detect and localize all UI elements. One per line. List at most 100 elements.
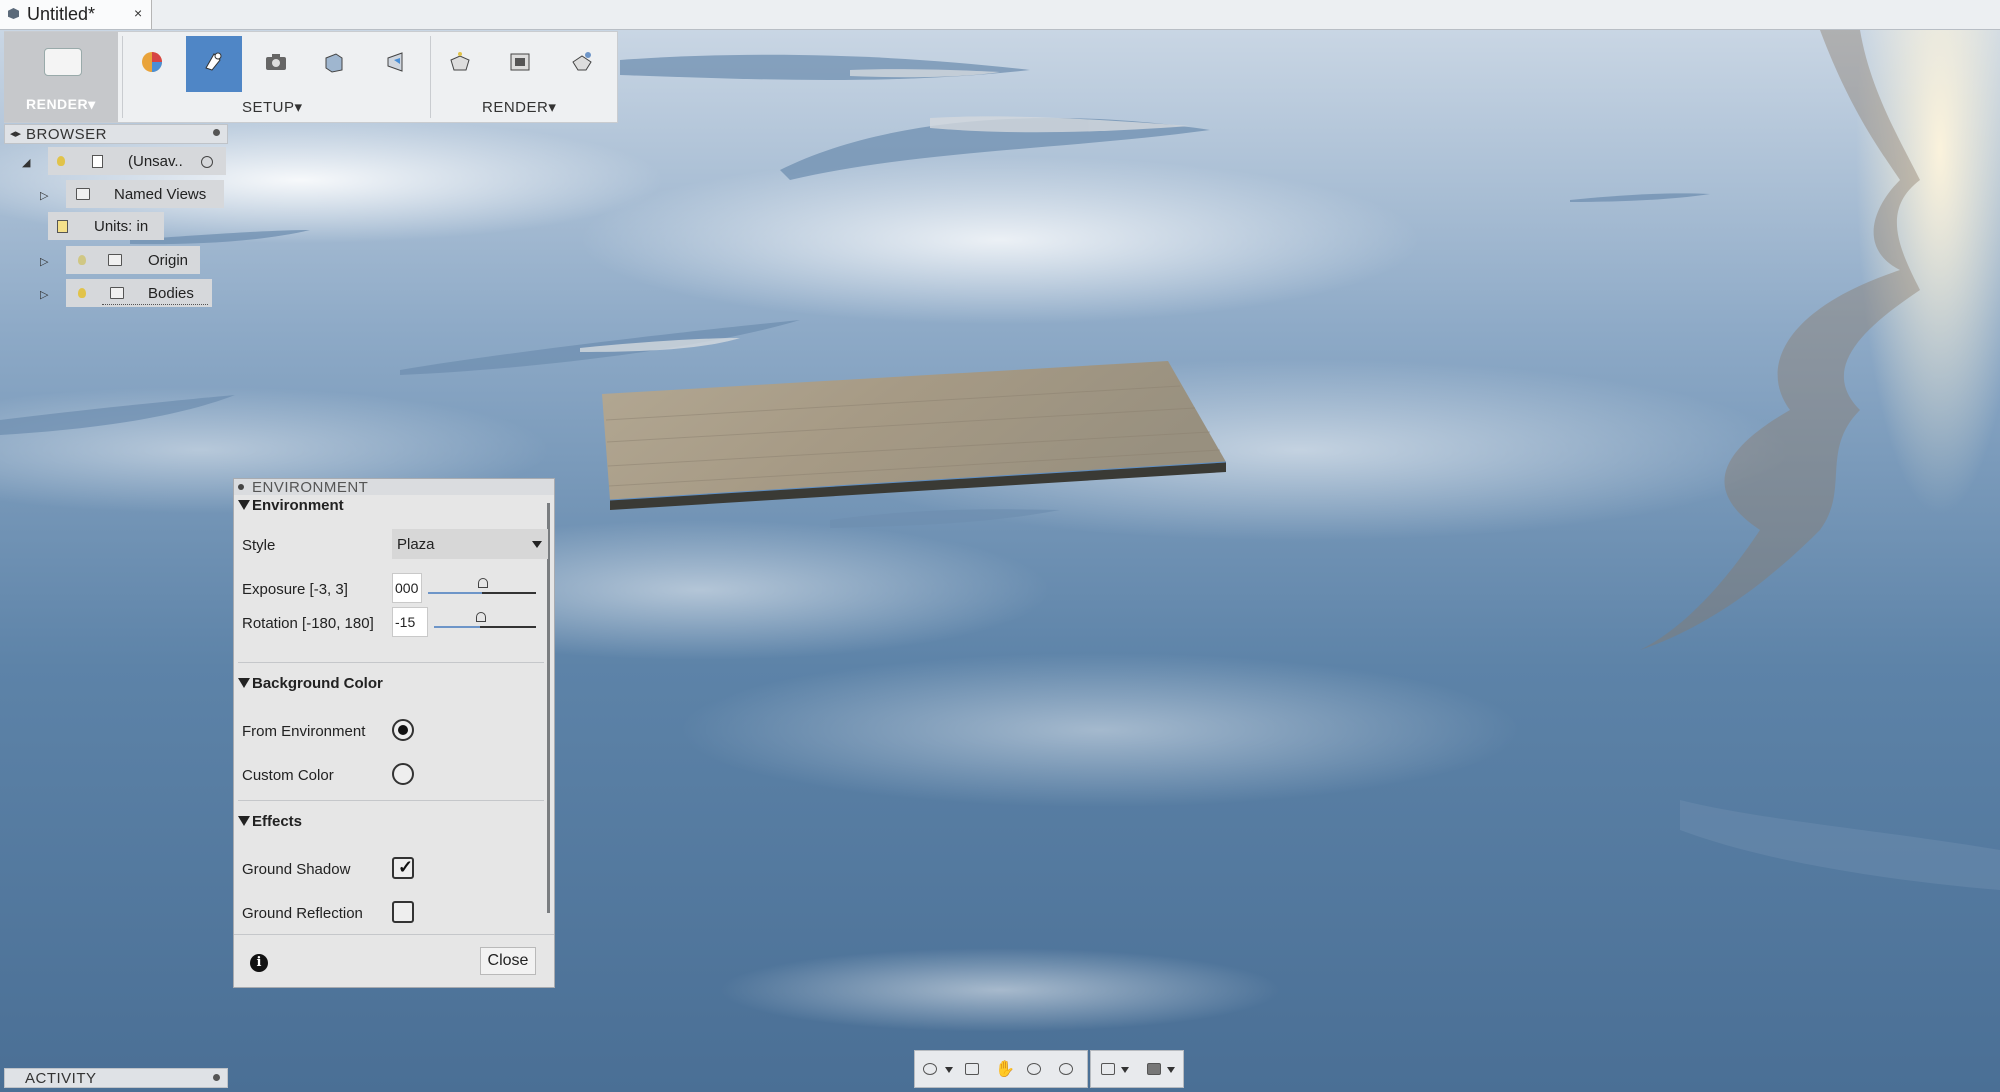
camera-button[interactable] xyxy=(248,36,304,92)
in-canvas-render-icon xyxy=(572,52,592,71)
activate-radio-icon[interactable] xyxy=(201,156,213,168)
tree-item-units[interactable]: Units: in xyxy=(48,212,164,240)
tree-item-bodies[interactable]: Bodies xyxy=(66,279,212,307)
browser-panel-header[interactable]: ◂▸ BROWSER xyxy=(4,124,228,144)
tree-item-root[interactable]: (Unsav.. xyxy=(48,147,226,175)
radio-selected-dot xyxy=(398,725,408,735)
orbit-dropdown-icon[interactable] xyxy=(945,1067,953,1073)
section-effects-header[interactable]: Effects xyxy=(238,813,302,830)
section-divider xyxy=(238,662,544,663)
texture-map-button[interactable] xyxy=(306,36,362,92)
units-document-icon xyxy=(57,220,68,233)
panel-scrollbar[interactable] xyxy=(547,503,550,913)
fit-view-icon[interactable] xyxy=(1059,1063,1073,1075)
tree-expand-icon[interactable]: ▷ xyxy=(40,288,48,301)
pin-icon[interactable] xyxy=(213,1074,220,1081)
tree-expand-icon[interactable]: ▷ xyxy=(40,255,48,268)
dropdown-arrow-icon xyxy=(532,541,542,548)
panel-title: ENVIRONMENT xyxy=(252,479,369,496)
collapse-triangle-icon xyxy=(238,678,250,688)
exposure-input[interactable]: 000 xyxy=(392,573,422,603)
decal-icon xyxy=(387,52,403,72)
document-tab-bar xyxy=(0,0,2000,30)
activity-panel-header[interactable]: ACTIVITY xyxy=(4,1068,228,1088)
folder-icon xyxy=(108,254,122,266)
grid-dropdown-icon[interactable] xyxy=(1167,1067,1175,1073)
ground-reflection-label: Ground Reflection xyxy=(242,905,363,922)
workspace-label: RENDER▾ xyxy=(26,96,96,112)
pin-icon[interactable] xyxy=(238,484,244,490)
toolbar-divider xyxy=(430,36,431,118)
visibility-bulb-icon[interactable] xyxy=(57,156,65,166)
environment-panel: ENVIRONMENT Environment Style Plaza Expo… xyxy=(233,478,555,988)
pan-hand-icon[interactable]: ✋ xyxy=(995,1059,1015,1079)
activity-title: ACTIVITY xyxy=(25,1070,97,1087)
custom-color-label: Custom Color xyxy=(242,767,334,784)
from-environment-label: From Environment xyxy=(242,723,366,740)
ground-shadow-checkbox[interactable]: ✓ xyxy=(392,857,414,879)
rotation-input[interactable]: -15 xyxy=(392,607,428,637)
folder-icon xyxy=(76,188,90,200)
style-label: Style xyxy=(242,537,276,554)
texture-map-icon xyxy=(325,53,343,73)
custom-color-radio[interactable] xyxy=(392,763,414,785)
tree-item-named-views[interactable]: Named Views xyxy=(66,180,224,208)
collapse-triangle-icon xyxy=(238,816,250,826)
visibility-bulb-icon[interactable] xyxy=(78,288,86,298)
from-environment-radio[interactable] xyxy=(392,719,414,741)
in-canvas-render-button[interactable] xyxy=(554,36,610,92)
ground-reflection-checkbox[interactable] xyxy=(392,901,414,923)
exposure-label: Exposure [-3, 3] xyxy=(242,581,348,598)
rotation-slider-fill xyxy=(434,626,480,628)
grid-settings-icon[interactable] xyxy=(1147,1063,1161,1075)
workspace-switcher[interactable]: RENDER▾ xyxy=(4,32,118,122)
checkmark-icon: ✓ xyxy=(398,857,414,877)
section-background-header[interactable]: Background Color xyxy=(238,675,383,692)
render-button[interactable] xyxy=(432,36,488,92)
render-gallery-button[interactable] xyxy=(492,36,548,92)
rotation-slider-thumb[interactable] xyxy=(476,612,486,622)
document-tab[interactable]: Untitled* × xyxy=(0,0,152,29)
document-title: Untitled* xyxy=(27,4,96,24)
footer-divider xyxy=(234,934,554,935)
scene-settings-button[interactable] xyxy=(186,36,242,92)
display-dropdown-icon[interactable] xyxy=(1121,1067,1129,1073)
close-tab-icon[interactable]: × xyxy=(134,5,142,21)
look-at-icon[interactable] xyxy=(965,1063,979,1075)
tree-item-label: Named Views xyxy=(114,186,207,203)
decal-button[interactable] xyxy=(368,36,424,92)
appearance-icon xyxy=(142,52,162,72)
document-icon xyxy=(8,8,19,19)
collapse-triangle-icon xyxy=(238,500,250,510)
tree-item-label: (Unsav.. xyxy=(128,153,183,170)
browser-title: BROWSER xyxy=(26,126,108,143)
tree-expand-icon[interactable]: ▷ xyxy=(40,189,48,202)
section-environment-header[interactable]: Environment xyxy=(238,497,344,514)
setup-group-label[interactable]: SETUP▾ xyxy=(242,98,303,116)
render-icon xyxy=(450,52,470,71)
style-dropdown[interactable]: Plaza xyxy=(392,529,548,559)
render-workspace-icon xyxy=(44,48,82,76)
tree-item-origin[interactable]: Origin xyxy=(66,246,200,274)
scene-settings-icon xyxy=(205,52,222,71)
navigation-bar: ✋ xyxy=(914,1050,1088,1088)
tree-collapse-icon[interactable]: ◢ xyxy=(22,156,30,169)
component-icon xyxy=(92,155,103,168)
exposure-slider-thumb[interactable] xyxy=(478,578,488,588)
info-icon[interactable]: i xyxy=(250,954,268,972)
rotation-label: Rotation [-180, 180] xyxy=(242,615,374,632)
orbit-icon[interactable] xyxy=(923,1063,937,1075)
zoom-icon[interactable] xyxy=(1027,1063,1041,1075)
render-gallery-icon xyxy=(510,53,530,71)
environment-panel-header[interactable]: ENVIRONMENT xyxy=(234,479,554,496)
display-settings-icon[interactable] xyxy=(1101,1063,1115,1075)
visibility-bulb-icon[interactable] xyxy=(78,255,86,265)
appearance-button[interactable] xyxy=(124,36,180,92)
section-divider xyxy=(238,800,544,801)
render-group-label[interactable]: RENDER▾ xyxy=(482,98,556,116)
pin-icon[interactable] xyxy=(213,129,220,136)
close-button[interactable]: Close xyxy=(480,947,536,975)
collapse-icon[interactable]: ◂▸ xyxy=(10,127,21,140)
display-settings-bar xyxy=(1090,1050,1184,1088)
toolbar-divider xyxy=(122,36,123,118)
